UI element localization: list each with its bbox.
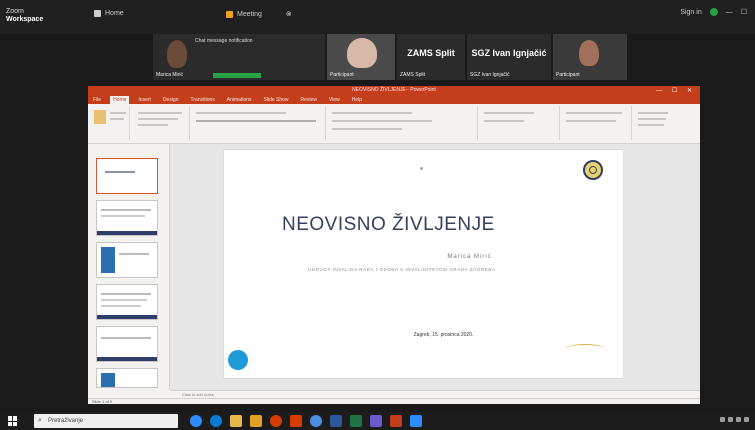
participant-tile-5[interactable]: Participant [553, 34, 627, 80]
volume-icon [728, 417, 733, 422]
participant-name: SGZ Ivan Ignjačić [470, 72, 510, 78]
folder-icon[interactable] [250, 415, 262, 427]
ppt-window-title: NEOVISNO ŽIVLJENJE - PowerPoint [352, 87, 436, 93]
tab-view[interactable]: View [326, 96, 343, 104]
city-seal-logo [583, 160, 603, 180]
participant-tile-2[interactable]: Participant [327, 34, 395, 80]
notes-pane[interactable]: Click to add notes [170, 390, 700, 398]
minimize-icon[interactable]: — [726, 9, 733, 16]
ppt-title-bar: NEOVISNO ŽIVLJENJE - PowerPoint — ☐ ✕ [88, 86, 700, 96]
app-taskbar-icon[interactable] [270, 415, 282, 427]
slide-thumbnail-4[interactable] [96, 284, 158, 320]
slide-thumbnails-pane [88, 144, 170, 390]
slide-title[interactable]: NEOVISNO ŽIVLJENJE [282, 214, 495, 236]
close-tab-icon[interactable]: ⊗ [286, 10, 292, 18]
tab-animations[interactable]: Animations [224, 96, 255, 104]
tab-transitions[interactable]: Transitions [188, 96, 218, 104]
slide-thumbnail-6[interactable] [96, 368, 158, 388]
home-icon [94, 10, 101, 17]
slide-date[interactable]: Zagreb, 15. prosinca 2020. [224, 332, 623, 338]
taskbar-search-input[interactable]: Pretraživanje [34, 414, 178, 428]
ribbon-group-clipboard[interactable] [90, 106, 130, 140]
slide-thumbnail-2[interactable] [96, 200, 158, 236]
participant-face [347, 38, 377, 68]
tab-design[interactable]: Design [160, 96, 182, 104]
participant-strip: Chat message notification Marica Mirić P… [0, 34, 755, 80]
edge-taskbar-icon[interactable] [210, 415, 222, 427]
current-slide[interactable]: NEOVISNO ŽIVLJENJE Marica Mirić UDRUGA I… [224, 150, 623, 378]
slide-thumbnail-5[interactable] [96, 326, 158, 362]
participant-name: Participant [556, 72, 580, 78]
participant-face [579, 40, 599, 66]
participant-name: ZAMS Split [400, 72, 426, 78]
slide-thumbnail-3[interactable] [96, 242, 158, 278]
chat-notification[interactable]: Chat message notification [195, 38, 313, 44]
ppt-status-bar: Slide 1 of 5 [88, 398, 700, 404]
battery-icon [736, 417, 741, 422]
tab-home[interactable]: Home [94, 10, 124, 17]
tab-insert[interactable]: Insert [135, 96, 154, 104]
powerpoint-window: NEOVISNO ŽIVLJENJE - PowerPoint — ☐ ✕ Fi… [88, 86, 700, 404]
system-tray[interactable] [720, 417, 749, 422]
ribbon-tabs: File Home Insert Design Transitions Anim… [88, 96, 700, 104]
slide-thumbnail-1[interactable] [96, 158, 158, 194]
browser-taskbar-icon[interactable] [310, 415, 322, 427]
slide-organization[interactable]: UDRUGA INVALIDA RADA I OSOBA S INVALIDIT… [308, 267, 496, 272]
network-icon [720, 417, 725, 422]
partner-logo [565, 344, 605, 354]
tab-slide-show[interactable]: Slide Show [261, 96, 292, 104]
ribbon-group-paragraph[interactable] [328, 106, 478, 140]
active-speaker-indicator [213, 73, 261, 78]
ribbon-group-font[interactable] [192, 106, 326, 140]
slide-author[interactable]: Marica Mirić [224, 254, 623, 260]
participant-display-name: SGZ Ivan Ignjačić [471, 48, 547, 58]
decorative-dot [420, 167, 423, 170]
zoom-right-controls: Sign in — ☐ [680, 8, 747, 16]
zoom-app-name: Zoom Workspace [6, 8, 44, 23]
powerpoint-taskbar-icon[interactable] [390, 415, 402, 427]
zoom-meeting-taskbar-icon[interactable] [410, 415, 422, 427]
participant-face [167, 40, 187, 68]
tab-review[interactable]: Review [298, 96, 320, 104]
tab-help[interactable]: Help [349, 96, 365, 104]
tab-file[interactable]: File [90, 96, 104, 104]
windows-taskbar: Pretraživanje [0, 412, 755, 430]
excel-taskbar-icon[interactable] [350, 415, 362, 427]
participant-display-name: ZAMS Split [407, 48, 455, 58]
meeting-icon [226, 10, 233, 18]
slide-counter: Slide 1 of 5 [92, 399, 113, 404]
ribbon-group-drawing[interactable] [480, 106, 560, 140]
office-taskbar-icon[interactable] [290, 415, 302, 427]
ppt-window-controls[interactable]: — ☐ ✕ [656, 87, 696, 94]
sign-in-link[interactable]: Sign in [680, 9, 701, 16]
word-taskbar-icon[interactable] [330, 415, 342, 427]
participant-tile-4[interactable]: SGZ Ivan Ignjačić SGZ Ivan Ignjačić [467, 34, 551, 80]
slide-editor: NEOVISNO ŽIVLJENJE Marica Mirić UDRUGA I… [170, 144, 700, 390]
tab-meeting[interactable]: Meeting ⊗ [226, 10, 292, 18]
ribbon-group-slides[interactable] [132, 106, 190, 140]
tab-home[interactable]: Home [110, 96, 130, 104]
ribbon-group-arrange[interactable] [562, 106, 632, 140]
zoom-top-bar: Zoom Workspace Home Meeting ⊗ Sign in — … [0, 0, 755, 34]
windows-start-icon[interactable] [8, 416, 18, 426]
ribbon [88, 104, 700, 144]
participant-tile-3[interactable]: ZAMS Split ZAMS Split [397, 34, 465, 80]
teams-taskbar-icon[interactable] [370, 415, 382, 427]
status-icon [709, 8, 718, 16]
ribbon-group-editing[interactable] [634, 106, 696, 140]
zoom-taskbar-icon[interactable] [190, 415, 202, 427]
participant-name: Marica Mirić [156, 72, 183, 78]
file-explorer-icon[interactable] [230, 415, 242, 427]
participant-name: Participant [330, 72, 354, 78]
association-logo [228, 350, 248, 370]
maximize-icon[interactable]: ☐ [741, 8, 747, 16]
paste-icon[interactable] [94, 110, 106, 124]
notification-icon [744, 417, 749, 422]
participant-tile-1[interactable]: Chat message notification Marica Mirić [153, 34, 325, 80]
